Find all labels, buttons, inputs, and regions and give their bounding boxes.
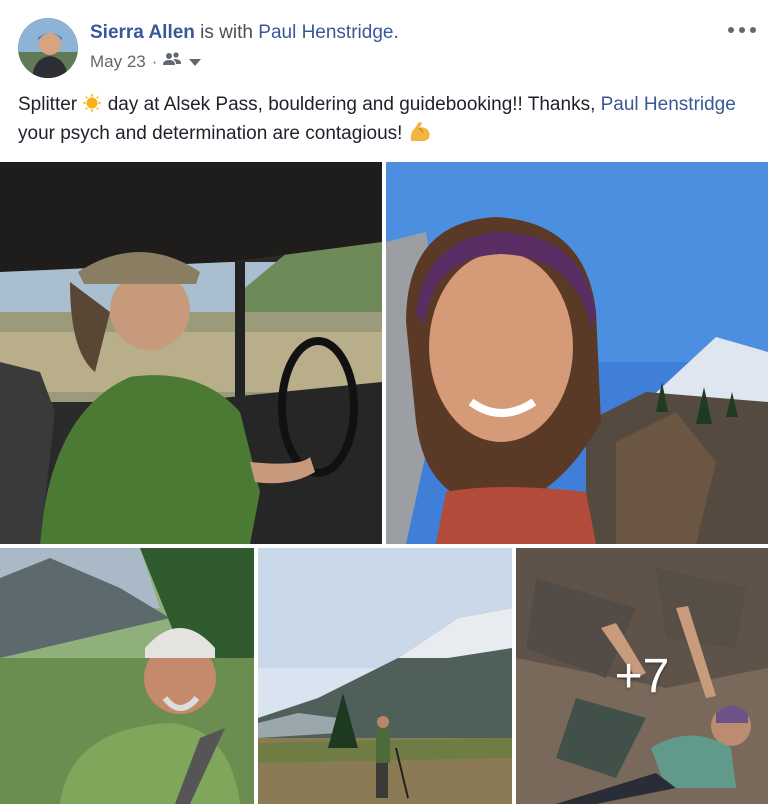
photo-woman-selfie[interactable]: [386, 162, 768, 544]
more-photos-count[interactable]: +7: [516, 548, 768, 804]
more-options-icon[interactable]: [728, 22, 756, 38]
flexed-biceps-emoji: [408, 121, 432, 143]
tagged-suffix: .: [393, 22, 399, 43]
with-text: is with: [194, 22, 259, 43]
post-meta: May 23 ·: [90, 51, 202, 72]
mention-link[interactable]: Paul Henstridge: [601, 94, 736, 115]
message-text-3: your psych and determination are contagi…: [18, 123, 408, 144]
message-text-2: day at Alsek Pass, bouldering and guideb…: [102, 94, 601, 115]
post-header: Sierra Allen is with Paul Henstridge.: [90, 20, 399, 46]
author-name-link[interactable]: Sierra Allen: [90, 22, 195, 43]
photo-man-smiling[interactable]: [0, 548, 254, 804]
sun-emoji: [82, 93, 103, 113]
audience-dropdown-icon[interactable]: [189, 52, 202, 72]
meta-separator: ·: [151, 51, 158, 71]
author-avatar[interactable]: [18, 18, 78, 78]
tagged-friend-link[interactable]: Paul Henstridge: [258, 22, 393, 43]
message-text-1: Splitter: [18, 94, 83, 115]
photo-man-driving[interactable]: [0, 162, 382, 544]
photo-woman-climbing[interactable]: +7: [516, 548, 768, 804]
post-date-link[interactable]: May 23: [90, 52, 146, 72]
friends-icon[interactable]: [163, 51, 183, 72]
post-message: Splitter day at Alsek Pass, bouldering a…: [18, 90, 753, 148]
photo-hiker-valley[interactable]: [258, 548, 512, 804]
